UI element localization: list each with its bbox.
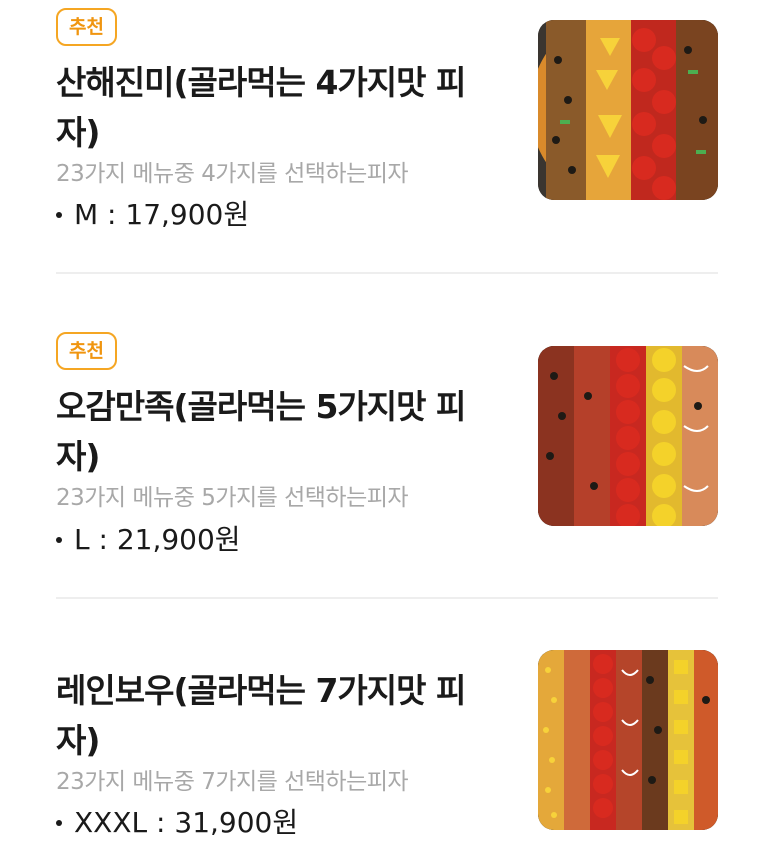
recommend-badge: 추천 bbox=[56, 8, 117, 46]
menu-item-title: 레인보우(골라먹는 7가지맛 피자) bbox=[56, 671, 466, 760]
menu-item-title: 오감만족(골라먹는 5가지맛 피자) bbox=[56, 387, 466, 476]
pizza-image bbox=[538, 20, 718, 200]
pizza-7-flavor-image bbox=[538, 650, 718, 830]
bullet-icon bbox=[56, 537, 62, 543]
menu-item-description: 23가지 메뉴중 7가지를 선택하는피자 bbox=[56, 769, 409, 795]
menu-item-price-row: XXXL : 31,900원 bbox=[56, 805, 298, 841]
menu-item-title: 산해진미(골라먹는 4가지맛 피자) bbox=[56, 63, 466, 152]
menu-list: 추천 산해진미(골라먹는 4가지맛 피자) 23가지 메뉴중 4가지를 선택하는… bbox=[0, 0, 773, 854]
pizza-image bbox=[538, 650, 718, 830]
menu-item-price: M : 17,900원 bbox=[74, 198, 250, 231]
divider bbox=[56, 597, 718, 599]
menu-item-price-row: L : 21,900원 bbox=[56, 522, 241, 558]
bullet-icon bbox=[56, 212, 62, 218]
pizza-image bbox=[538, 346, 718, 526]
menu-item-price: L : 21,900원 bbox=[74, 523, 241, 556]
divider bbox=[56, 272, 718, 274]
pizza-4-flavor-image bbox=[538, 20, 718, 200]
menu-item-description: 23가지 메뉴중 5가지를 선택하는피자 bbox=[56, 485, 409, 511]
menu-item-description: 23가지 메뉴중 4가지를 선택하는피자 bbox=[56, 161, 409, 187]
recommend-badge: 추천 bbox=[56, 332, 117, 370]
menu-item-price: XXXL : 31,900원 bbox=[74, 806, 299, 839]
bullet-icon bbox=[56, 820, 62, 826]
menu-item-price-row: M : 17,900원 bbox=[56, 197, 249, 233]
pizza-5-flavor-image bbox=[538, 346, 718, 526]
